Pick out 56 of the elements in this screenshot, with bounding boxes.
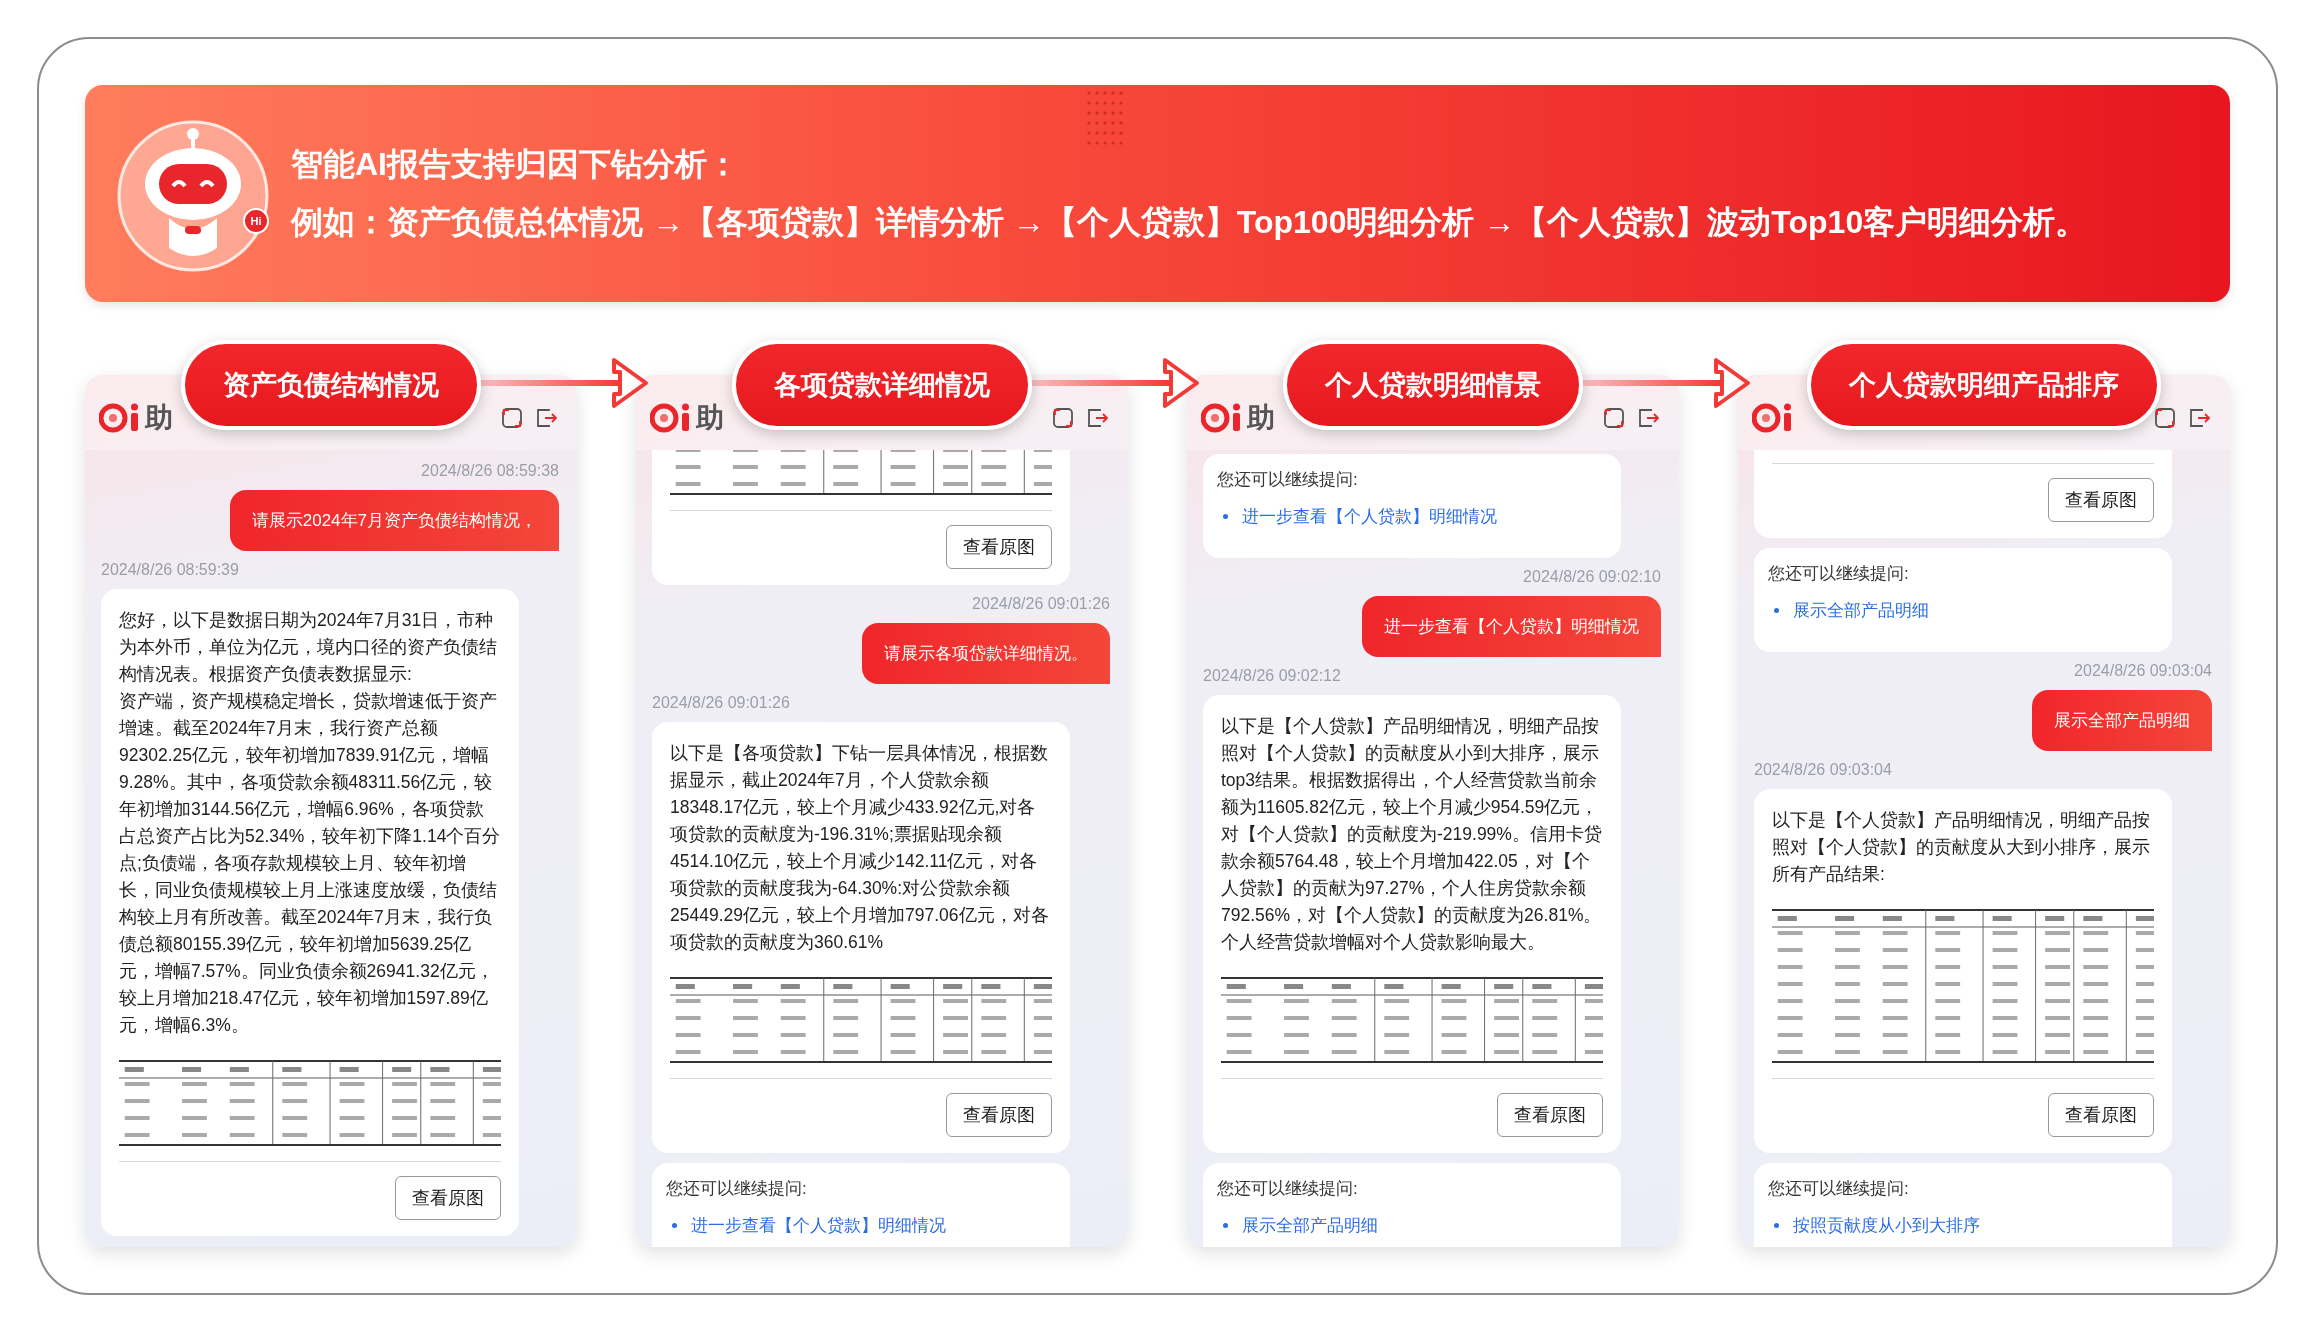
- timestamp: 2024/8/26 09:01:26: [972, 595, 1110, 613]
- timestamp: 2024/8/26 08:59:39: [101, 561, 239, 579]
- timestamp: 2024/8/26 09:03:04: [2074, 662, 2212, 680]
- timestamp: 2024/8/26 09:02:10: [1523, 568, 1661, 586]
- bullet-icon: [1774, 608, 1779, 613]
- hi-badge: Hi: [243, 207, 269, 234]
- dot-pattern: [1085, 89, 1125, 147]
- suggestion-link[interactable]: 进一步查看【个人贷款】明细情况: [691, 1214, 946, 1237]
- logo-icon: [1201, 402, 1243, 433]
- timestamp: 2024/8/26 08:59:38: [421, 462, 559, 480]
- timestamp: 2024/8/26 09:02:12: [1203, 667, 1341, 685]
- app-name: 助: [145, 400, 173, 435]
- logo-icon: [650, 402, 692, 433]
- suggestion-link[interactable]: 按照贡献度从小到大排序: [1793, 1214, 1980, 1237]
- exit-icon[interactable]: [535, 406, 559, 429]
- suggestion-link[interactable]: 进一步查看【个人贷款】明细情况: [1242, 505, 1497, 528]
- timestamp: 2024/8/26 09:01:26: [652, 694, 790, 712]
- reply-text: 以下是【个人贷款】产品明细情况，明细产品按照对【个人贷款】的贡献度从小到大排序，展示top3结果。根据数据得出，个人经营贷款当前余额为11605.82亿元，较上个月减少954.59亿元，对【个人贷款】的贡献度为-219.99%。信用卡贷款余额5764.48，较上个月增加422.05，对【个人贷款】的贡献为97.27%，个人住房贷款余额792.56%，对【个人贷款】的贡献度为26.81%。个人经营贷款增幅对个人贷款影响最大。: [1221, 715, 1603, 954]
- view-original-button[interactable]: 查看原图: [946, 1093, 1052, 1137]
- reply-text: 以下是【个人贷款】产品明细情况，明细产品按照对【个人贷款】的贡献度从大到小排序，展示所有产品结果:: [1772, 809, 2151, 886]
- expand-icon[interactable]: [501, 406, 523, 429]
- exit-icon[interactable]: [2188, 406, 2212, 429]
- bullet-icon: [672, 1223, 677, 1228]
- bullet-icon: [1223, 514, 1228, 519]
- user-message: 进一步查看【个人贷款】明细情况: [1362, 596, 1661, 657]
- suggestion-title: 您还可以继续提问:: [1217, 1178, 1359, 1200]
- suggestion-title: 您还可以继续提问:: [1768, 1178, 1910, 1200]
- reply-text: 您好，以下是数据日期为2024年7月31日，市种为本外币，单位为亿元，境内口径的资产负债结构情况表。根据资产负债表数据显示: 资产端，资产规模稳定增长，贷款增速低于资产增速。截至2024年7月末，我行资产总额92302.25亿元，较年初增加7839.91亿元，增幅9.28%。其中，各项贷款余额48311.56亿元，较年初增加3144.56亿元，增幅6.96%，各项贷款占总资产占比为52.34%，较年初下降1.14个百分点;负债端，各项存款规模较上月、较年初增长，同业负债规模较上月上涨速度放缓，负债结构较上月有所改善。截至2024年7月末，我行负债总额80155.39亿元，较年初增加5639.25亿元，增幅7.57%。同业负债余额26941.32亿元，较上月增加218.47亿元，较年初增加1597.89亿元，增幅6.3%。: [119, 609, 501, 1037]
- expand-icon[interactable]: [1603, 406, 1625, 429]
- exit-icon[interactable]: [1637, 406, 1661, 429]
- expand-icon[interactable]: [2154, 406, 2176, 429]
- bullet-icon: [1774, 1223, 1779, 1228]
- reply-text: 以下是【各项贷款】下钻一层具体情况，根据数据显示，截止2024年7月，个人贷款余额18348.17亿元，较上个月减少433.92亿元,对各项贷款的贡献度为-196.31%;票据贴现余额4514.10亿元，较上个月减少142.11亿元，对各项贷款的贡献度我为-64.30%:对公贷款余额25449.29亿元，较上个月增加797.06亿元，对各项贷款的贡献度为360.61%: [670, 742, 1050, 954]
- expand-icon[interactable]: [1052, 406, 1074, 429]
- user-message: 请展示各项岱款详细情况。: [862, 623, 1110, 684]
- user-message: 展示全部产品明细: [2032, 690, 2212, 751]
- suggestion-title: 您还可以继续提问:: [666, 1178, 808, 1200]
- suggestion-title: 您还可以继续提问:: [1768, 563, 1910, 585]
- app-name: 助: [1247, 400, 1275, 435]
- banner-example: 例如：资产负债总体情况 →【各项贷款】详情分析 →【个人贷款】Top100明细分析 →【个人贷款】波动Top10客户明细分析。: [291, 202, 2088, 242]
- bullet-icon: [1223, 1223, 1228, 1228]
- view-original-button[interactable]: 查看原图: [2048, 478, 2154, 522]
- logo-icon: [1752, 402, 1794, 433]
- user-message: 请展示2024年7月资产负债结构情况，: [229, 490, 559, 551]
- suggestion-title: 您还可以继续提问:: [1217, 469, 1359, 491]
- view-original-button[interactable]: 查看原图: [395, 1176, 501, 1220]
- view-original-button[interactable]: 查看原图: [946, 525, 1052, 569]
- app-name: 助: [696, 400, 724, 435]
- timestamp: 2024/8/26 09:03:04: [1754, 761, 1892, 779]
- view-original-button[interactable]: 查看原图: [2048, 1093, 2154, 1137]
- exit-icon[interactable]: [1086, 406, 1110, 429]
- logo-icon: [99, 402, 141, 433]
- suggestion-link[interactable]: 展示全部产品明细: [1793, 599, 1929, 622]
- banner-title: 智能AI报告支持归因下钻分析：: [291, 144, 740, 184]
- view-original-button[interactable]: 查看原图: [1497, 1093, 1603, 1137]
- suggestion-link[interactable]: 展示全部产品明细: [1242, 1214, 1378, 1237]
